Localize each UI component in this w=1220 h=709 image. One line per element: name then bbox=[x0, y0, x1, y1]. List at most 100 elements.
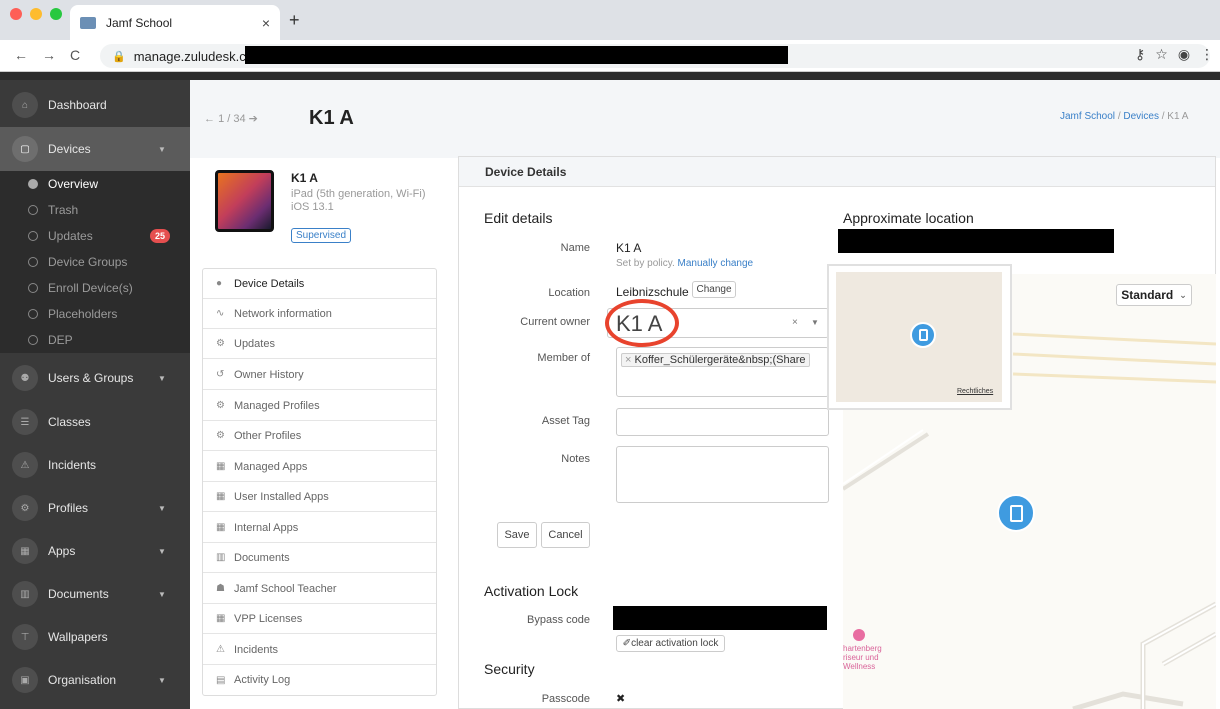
redacted-bypass-code bbox=[613, 606, 827, 630]
clear-activation-lock-button[interactable]: ✐ clear activation lock bbox=[616, 635, 725, 652]
legal-link[interactable]: Rechtliches bbox=[957, 388, 993, 395]
chevron-down-icon: ▼ bbox=[158, 589, 166, 599]
owner-label: Current owner bbox=[520, 316, 590, 328]
menu-internal-apps[interactable]: ▦ Internal Apps bbox=[203, 513, 436, 543]
policy-note: Set by policy. Manually change bbox=[616, 258, 753, 269]
sidebar-sub-enroll[interactable]: Enroll Device(s) bbox=[0, 275, 190, 301]
breadcrumb-root[interactable]: Jamf School bbox=[1060, 111, 1115, 122]
security-title: Security bbox=[484, 661, 535, 677]
menu-managed-profiles[interactable]: ⚙ Managed Profiles bbox=[203, 391, 436, 421]
sidebar-item-classes[interactable]: ☰ Classes bbox=[0, 400, 190, 444]
classes-icon: ☰ bbox=[12, 409, 38, 435]
tab-title: Jamf School bbox=[106, 15, 173, 30]
reload-icon[interactable]: C bbox=[70, 47, 80, 63]
sidebar-sub-updates[interactable]: Updates 25 bbox=[0, 223, 190, 249]
highlight-circle bbox=[605, 299, 679, 347]
sidebar-sub-dep[interactable]: DEP bbox=[0, 327, 190, 353]
apps-icon: ▦ bbox=[12, 538, 38, 564]
menu-network-information[interactable]: ∿ Network information bbox=[203, 299, 436, 329]
notes-textarea[interactable] bbox=[616, 446, 829, 503]
account-icon[interactable]: ◉ bbox=[1178, 46, 1200, 62]
asset-tag-input[interactable] bbox=[616, 408, 829, 436]
browser-actions: ⚷☆◉⋮ bbox=[1135, 46, 1220, 63]
device-icon: ▢ bbox=[12, 136, 38, 162]
menu-label: Other Profiles bbox=[234, 429, 302, 442]
maximize-window-icon[interactable] bbox=[50, 8, 62, 20]
apps-icon: ▦ bbox=[216, 522, 226, 533]
location-value: Leibnizschule bbox=[616, 285, 689, 299]
close-window-icon[interactable] bbox=[10, 8, 22, 20]
minimize-window-icon[interactable] bbox=[30, 8, 42, 20]
asset-tag-label: Asset Tag bbox=[541, 415, 590, 427]
menu-owner-history[interactable]: ↺ Owner History bbox=[203, 360, 436, 390]
pager-text: 1 / 34 bbox=[218, 113, 246, 125]
browser-tab[interactable]: Jamf School × bbox=[70, 5, 280, 40]
sidebar-sub-trash[interactable]: Trash bbox=[0, 197, 190, 223]
menu-device-details[interactable]: ● Device Details bbox=[203, 269, 436, 299]
breadcrumb-devices[interactable]: Devices bbox=[1123, 111, 1159, 122]
member-tag-text: Koffer_Schülergeräte&nbsp;(Share bbox=[634, 354, 806, 366]
manually-change-link[interactable]: Manually change bbox=[678, 258, 754, 269]
member-tag[interactable]: × Koffer_Schülergeräte&nbsp;(Share bbox=[621, 353, 810, 367]
sidebar-item-users-groups[interactable]: ⚉ Users & Groups ▼ bbox=[0, 356, 190, 400]
page-title: K1 A bbox=[309, 107, 354, 129]
menu-label: User Installed Apps bbox=[234, 490, 329, 503]
star-icon[interactable]: ☆ bbox=[1155, 46, 1178, 62]
menu-jamf-school-teacher[interactable]: ☗ Jamf School Teacher bbox=[203, 574, 436, 604]
tab-close-icon[interactable]: × bbox=[262, 15, 270, 31]
menu-updates[interactable]: ⚙ Updates bbox=[203, 329, 436, 359]
profiles-icon: ⚙ bbox=[216, 430, 225, 441]
sidebar-item-profiles[interactable]: ⚙ Profiles ▼ bbox=[0, 486, 190, 530]
menu-other-profiles[interactable]: ⚙ Other Profiles bbox=[203, 421, 436, 451]
poi-line: riseur und bbox=[843, 653, 879, 662]
clear-owner-icon[interactable]: × bbox=[792, 317, 798, 328]
menu-incidents[interactable]: ⚠ Incidents bbox=[203, 635, 436, 665]
sidebar-item-dashboard[interactable]: ⌂ Dashboard bbox=[0, 83, 190, 127]
menu-vpp-licenses[interactable]: ▦ VPP Licenses bbox=[203, 604, 436, 634]
sidebar-item-wallpapers[interactable]: ⊤ Wallpapers bbox=[0, 615, 190, 659]
breadcrumb-sep: / bbox=[1117, 111, 1121, 122]
sidebar-item-label: Incidents bbox=[48, 458, 97, 472]
policy-note-text: Set by policy. bbox=[616, 258, 675, 269]
bullet-icon bbox=[28, 205, 38, 215]
profiles-icon: ⚙ bbox=[216, 400, 225, 411]
cancel-button[interactable]: Cancel bbox=[541, 522, 590, 548]
sidebar-sub-placeholders[interactable]: Placeholders bbox=[0, 301, 190, 327]
key-icon[interactable]: ⚷ bbox=[1135, 46, 1155, 62]
menu-label: Jamf School Teacher bbox=[234, 582, 337, 595]
sidebar-item-devices[interactable]: ▢ Devices ▼ bbox=[0, 127, 190, 171]
back-icon[interactable]: ← bbox=[14, 47, 28, 63]
sidebar-sub-overview[interactable]: Overview bbox=[0, 171, 190, 197]
map-type-select[interactable]: Standard ⌄ bbox=[1116, 284, 1192, 306]
prev-device-icon[interactable]: ← bbox=[204, 113, 215, 125]
panel-title: Device Details bbox=[459, 157, 1215, 187]
map-type-label: Standard bbox=[1121, 288, 1174, 302]
sidebar-item-incidents[interactable]: ⚠ Incidents bbox=[0, 443, 190, 487]
sidebar-item-apps[interactable]: ▦ Apps ▼ bbox=[0, 529, 190, 573]
sidebar-item-organisation[interactable]: ▣ Organisation ▼ bbox=[0, 658, 190, 702]
location-label: Location bbox=[548, 287, 590, 299]
sidebar-sub-device-groups[interactable]: Device Groups bbox=[0, 249, 190, 275]
menu-managed-apps[interactable]: ▦ Managed Apps bbox=[203, 452, 436, 482]
activation-lock-title: Activation Lock bbox=[484, 583, 579, 599]
chevron-down-icon: ⌄ bbox=[1179, 289, 1187, 300]
save-button[interactable]: Save bbox=[497, 522, 537, 548]
change-location-button[interactable]: Change bbox=[692, 281, 736, 298]
inset-location-pin[interactable] bbox=[910, 322, 936, 348]
chevron-down-icon: ▼ bbox=[158, 546, 166, 556]
menu-activity-log[interactable]: ▤ Activity Log bbox=[203, 665, 436, 695]
menu-icon[interactable]: ⋮ bbox=[1200, 46, 1220, 62]
menu-documents[interactable]: ▥ Documents bbox=[203, 543, 436, 573]
device-location-pin[interactable] bbox=[997, 494, 1035, 532]
member-of-label: Member of bbox=[537, 352, 590, 364]
device-image bbox=[215, 170, 274, 232]
sidebar-item-documents[interactable]: ▥ Documents ▼ bbox=[0, 572, 190, 616]
member-of-field[interactable]: × Koffer_Schülergeräte&nbsp;(Share bbox=[616, 347, 829, 397]
new-tab-button[interactable]: + bbox=[289, 10, 300, 31]
next-device-icon[interactable]: ➔ bbox=[249, 113, 258, 125]
forward-icon[interactable]: → bbox=[42, 47, 56, 63]
menu-user-installed-apps[interactable]: ▦ User Installed Apps bbox=[203, 482, 436, 512]
map-inset-view[interactable]: Rechtliches bbox=[836, 272, 1002, 402]
sidebar-item-label: Devices bbox=[48, 142, 91, 156]
log-icon: ▤ bbox=[216, 674, 226, 686]
